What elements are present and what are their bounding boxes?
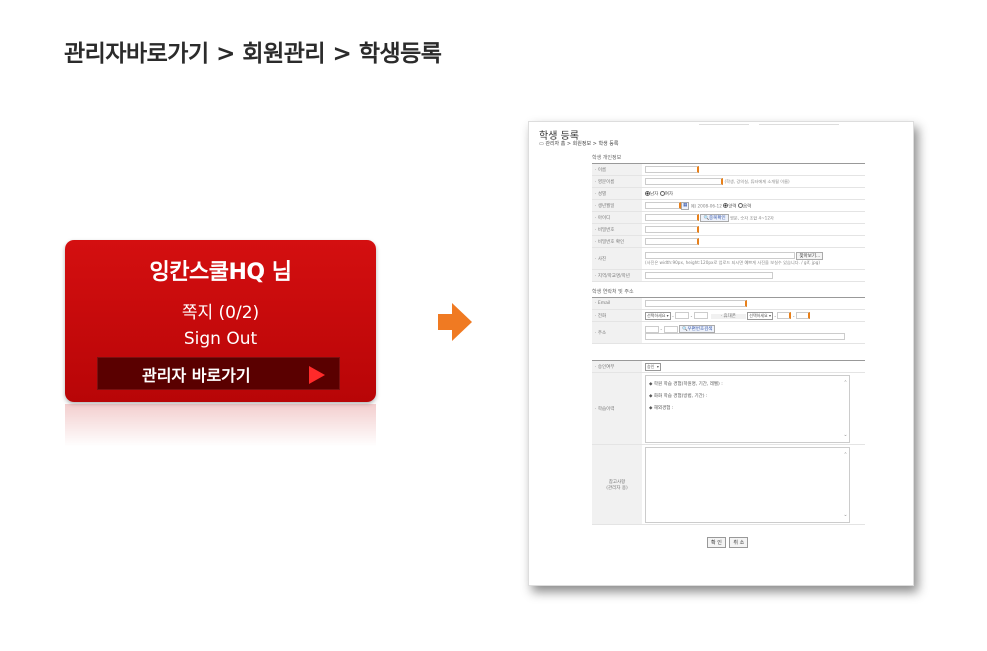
zip-first-input[interactable] [645, 325, 659, 333]
zip-search-button[interactable]: 🔍우편번호검색 [678, 325, 716, 333]
mobile-prefix-select[interactable]: 선택하세요 ▾ [747, 311, 773, 320]
note-textarea[interactable]: ⌃ ⌄ [645, 446, 850, 523]
sign-out-link[interactable]: Sign Out [65, 329, 376, 349]
table-row: · 학습이력 ◆ 학원 학습 경험(학원명, 기간, 레벨) : ◆ 화화 학습… [592, 372, 865, 445]
admin-shortcut-button[interactable]: 관리자 바로가기 [97, 357, 340, 390]
table-row: · 영문이름 (학생, 강의실, 튜터에게 소개될 이름) [592, 175, 865, 188]
mobile-end-input[interactable] [795, 312, 810, 319]
messages-link[interactable]: 쪽지 (0/2) [65, 298, 376, 323]
section-contact: 학생 연락처 및 주소 [592, 289, 634, 295]
table-row: · 이름 [592, 163, 865, 176]
table-row: · 아이디 🔍중복확인 영문, 숫자 조합 4~12자 [592, 211, 865, 224]
table-row: · 비밀번호 확인 [592, 235, 865, 248]
textarea-scrollbar[interactable]: ⌃ ⌄ [843, 449, 848, 521]
page-breadcrumb: 관리자바로가기 > 회원관리 > 학생등록 [64, 41, 442, 67]
section-personal: 학생 개인정보 [592, 155, 622, 161]
table-row: · 성별 남자 여자 [592, 187, 865, 200]
table-row: · 전화 선택하세요 ▾ - - · 휴대폰 선택하세요 ▾ - - [592, 309, 865, 322]
calendar-icon[interactable]: ▦ [681, 201, 690, 210]
mobile-mid-input[interactable] [777, 312, 792, 319]
user-name: 잉칸스쿨HQ 님 [149, 260, 292, 285]
address-input[interactable] [645, 333, 845, 340]
textarea-scrollbar[interactable]: ⌃ ⌄ [843, 377, 848, 441]
name-input[interactable] [645, 166, 699, 173]
birth-input[interactable] [645, 202, 681, 209]
password-confirm-input[interactable] [645, 238, 699, 245]
arrow-right-icon [438, 303, 472, 341]
table-row: 참고사항 (관리자 용) ⌃ ⌄ [592, 444, 865, 525]
photo-browse-button[interactable]: 찾아보기... [796, 251, 824, 260]
id-input[interactable] [645, 214, 699, 221]
table-row: · 승인여부 승인 ▾ [592, 360, 865, 373]
table-row: · 생년월일 ▦ 예) 2008-06-12 양력 음력 [592, 199, 865, 212]
confirm-button[interactable]: 확 인 [707, 537, 726, 548]
password-input[interactable] [645, 226, 699, 233]
phone-mid-input[interactable] [675, 312, 690, 319]
contact-info-table: · Email · 전화 선택하세요 ▾ - - · 휴대폰 선택하세요 ▾ - … [592, 297, 865, 344]
admin-shortcut-label: 관리자 바로가기 [142, 365, 251, 385]
approval-select[interactable]: 승인 ▾ [645, 362, 661, 371]
english-name-input[interactable] [645, 178, 723, 185]
personal-info-table: · 이름 · 영문이름 (학생, 강의실, 튜터에게 소개될 이름) · 성별 남… [592, 163, 865, 282]
zip-second-input[interactable] [663, 325, 678, 333]
form-action-bar: 확 인 취 소 [707, 537, 750, 548]
table-row: · 사진 찾아보기... (사진은 width:90px, height:120p… [592, 247, 865, 270]
form-location: ▭ 관리자 홈 > 회원정보 > 학생 등록 [539, 141, 619, 147]
phone-end-input[interactable] [693, 312, 708, 319]
phone-prefix-select[interactable]: 선택하세요 ▾ [645, 311, 671, 320]
history-textarea[interactable]: ◆ 학원 학습 경험(학원명, 기간, 레벨) : ◆ 화화 학습 경험(방법,… [645, 374, 850, 443]
table-row: · 비밀번호 [592, 223, 865, 236]
id-check-button[interactable]: 🔍중복확인 [700, 213, 729, 222]
table-row: · Email [592, 297, 865, 310]
user-login-card: 잉칸스쿨HQ 님 쪽지 (0/2) Sign Out 관리자 바로가기 [65, 240, 376, 402]
student-registration-screenshot: 학생 등록 ▭ 관리자 홈 > 회원정보 > 학생 등록 학생 개인정보 · 이… [528, 121, 914, 586]
photo-file-input[interactable] [645, 252, 795, 259]
table-row: · 주소 - 🔍우편번호검색 [592, 321, 865, 344]
card-reflection [65, 404, 376, 454]
table-row: · 지역/학교명/학년 [592, 269, 865, 282]
region-input[interactable] [645, 272, 773, 279]
admin-info-table: · 승인여부 승인 ▾ · 학습이력 ◆ 학원 학습 경험(학원명, 기간, 레벨… [592, 360, 865, 525]
cancel-button[interactable]: 취 소 [729, 537, 749, 548]
email-input[interactable] [645, 300, 747, 307]
play-arrow-icon [309, 366, 325, 384]
